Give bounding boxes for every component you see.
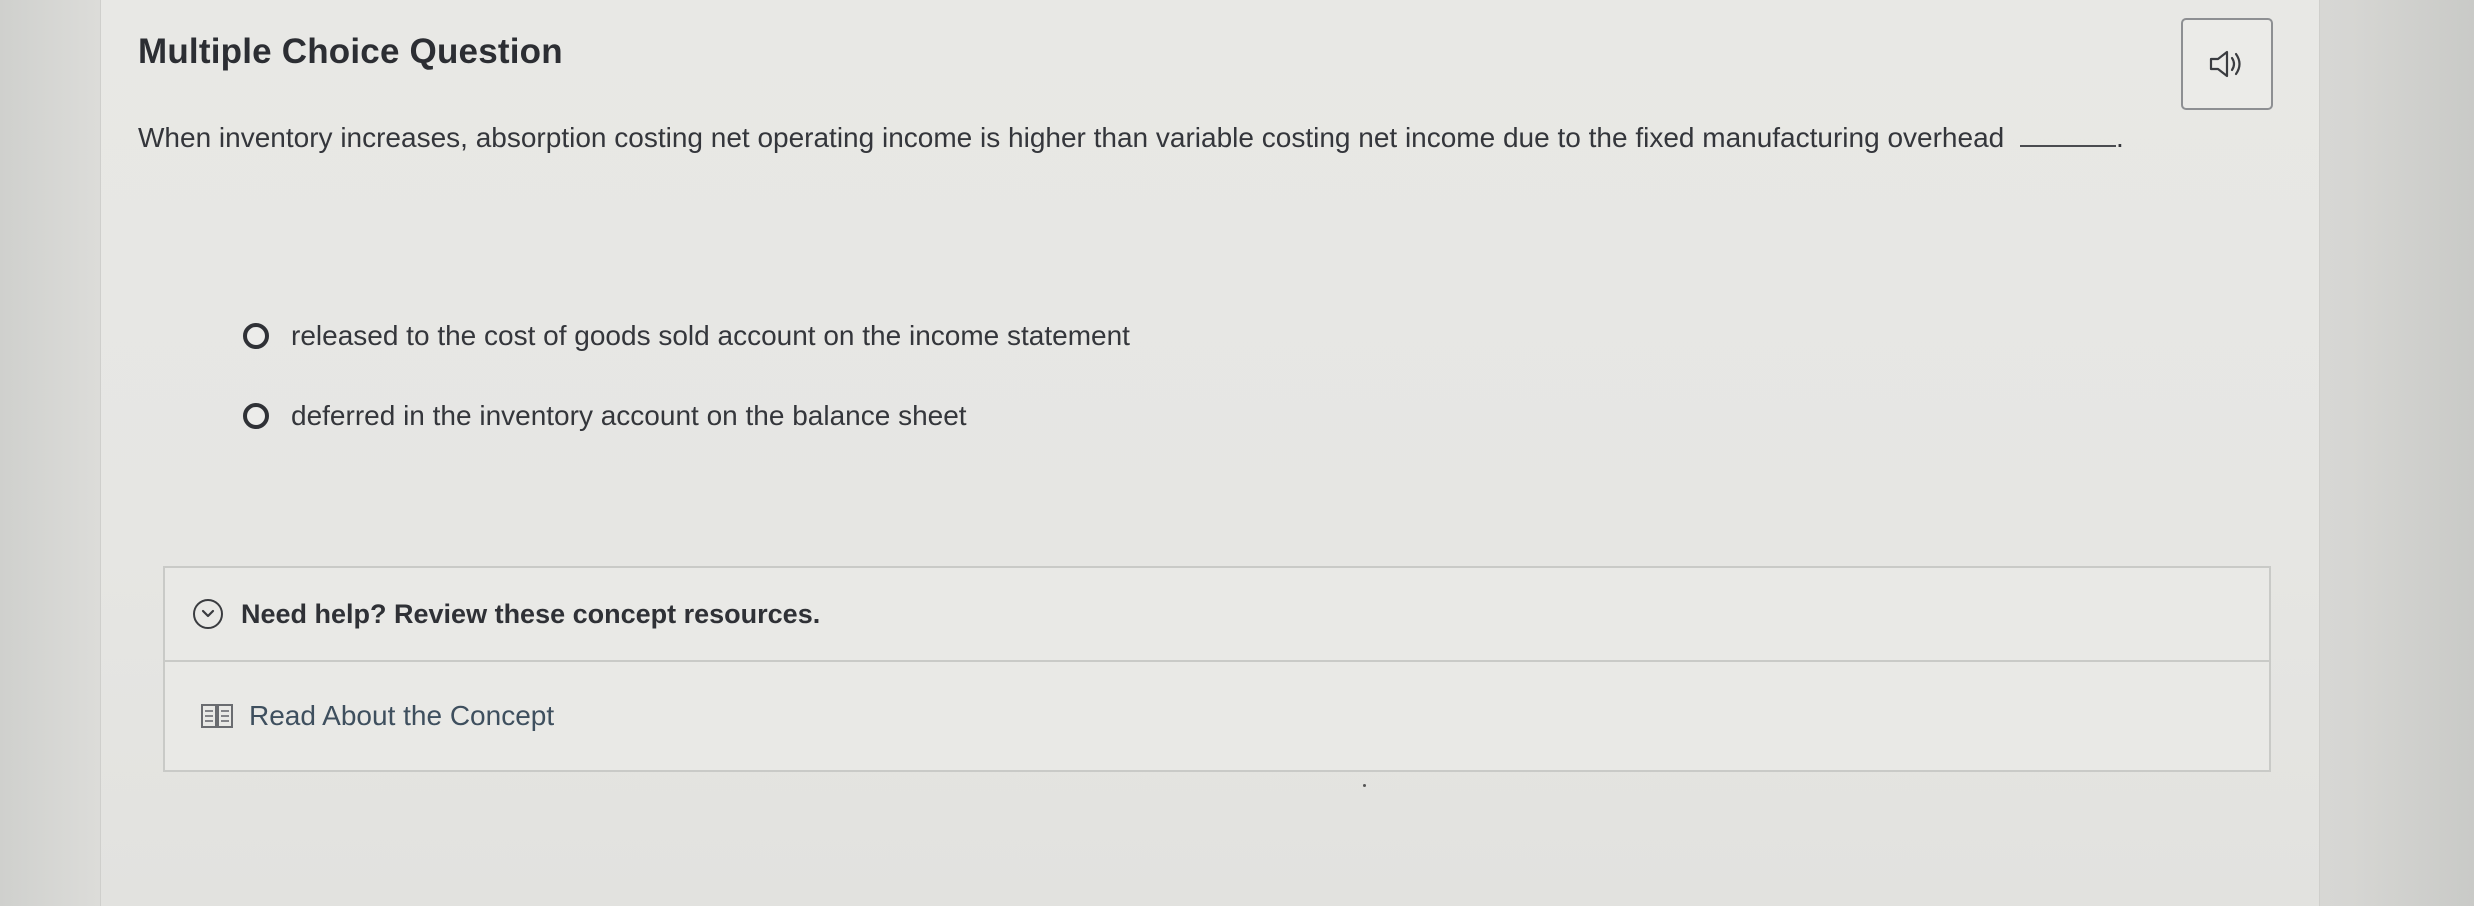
help-toggle-label: Need help? Review these concept resource…	[241, 598, 821, 629]
read-about-concept-link[interactable]: Read About the Concept	[165, 662, 2269, 770]
radio-button[interactable]	[243, 323, 269, 349]
question-text: When inventory increases, absorption cos…	[138, 122, 2005, 153]
chevron-down-circle-icon	[193, 599, 223, 629]
read-about-concept-label: Read About the Concept	[249, 700, 555, 731]
screen-speck	[1363, 784, 1366, 787]
radio-button[interactable]	[243, 403, 269, 429]
question-end-punct: .	[2116, 122, 2124, 153]
option-2[interactable]: deferred in the inventory account on the…	[243, 400, 967, 432]
option-label: released to the cost of goods sold accou…	[291, 320, 1130, 351]
question-prompt: When inventory increases, absorption cos…	[138, 122, 2124, 154]
book-icon	[201, 704, 233, 728]
question-card: Multiple Choice Question When inventory …	[100, 0, 2320, 906]
speaker-icon	[2209, 50, 2241, 78]
question-type-title: Multiple Choice Question	[138, 32, 563, 71]
help-toggle[interactable]: Need help? Review these concept resource…	[165, 568, 2269, 662]
help-resources-panel: Need help? Review these concept resource…	[163, 566, 2271, 772]
option-1[interactable]: released to the cost of goods sold accou…	[243, 320, 1130, 352]
answer-blank	[2020, 125, 2116, 147]
page: Multiple Choice Question When inventory …	[0, 0, 2474, 906]
audio-button[interactable]	[2181, 18, 2273, 110]
option-label: deferred in the inventory account on the…	[291, 400, 967, 431]
